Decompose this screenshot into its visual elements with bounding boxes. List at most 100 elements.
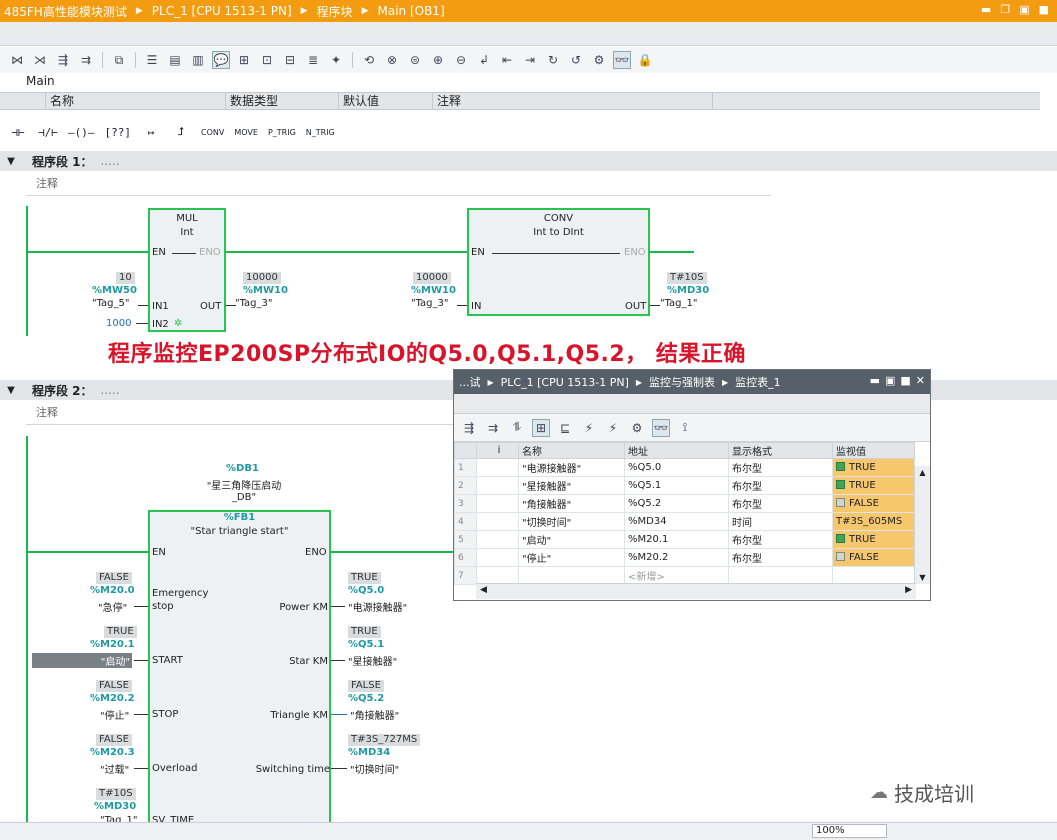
watch-title-bar[interactable]: ...试 ▶ PLC_1 [CPU 1513-1 PN] ▶ 监控与强制表 ▶ … <box>454 370 930 394</box>
input-address[interactable]: %M20.3 <box>90 747 135 758</box>
input-tag[interactable]: "急停" <box>98 599 127 614</box>
db-name[interactable]: "星三角降压启动_DB" <box>196 477 292 503</box>
row-name[interactable] <box>518 566 625 585</box>
breadcrumb-plc[interactable]: PLC_1 [CPU 1513-1 PN] <box>152 4 292 18</box>
n-trig-button[interactable]: N_TRIG <box>304 121 337 143</box>
col-address[interactable]: 地址 <box>624 442 729 459</box>
conv-out-tag[interactable]: "Tag_1" <box>660 298 698 309</box>
row-address[interactable]: %Q5.0 <box>624 458 729 477</box>
empty-box-icon[interactable]: [??] <box>103 121 134 143</box>
minimize-icon[interactable]: ▬ <box>870 374 880 387</box>
go-online-icon[interactable]: ⟲ <box>360 51 378 69</box>
network-2-title[interactable]: ..... <box>101 383 120 397</box>
display-format-icon[interactable]: ⊞ <box>532 418 550 437</box>
mul-in2-constant[interactable]: 1000 <box>106 318 131 329</box>
call-env-icon[interactable]: ↻ <box>544 51 562 69</box>
modify-now-icon[interactable]: ⚡ <box>580 419 598 437</box>
refresh-icon[interactable]: ↺ <box>567 51 585 69</box>
conv-in-address[interactable]: %MW10 <box>411 285 456 296</box>
restore-icon[interactable]: ❐ <box>1000 3 1010 16</box>
conv-button[interactable]: CONV <box>199 121 226 143</box>
mul-out-address[interactable]: %MW10 <box>243 285 288 296</box>
output-tag[interactable]: "星接触器" <box>348 653 397 668</box>
tag-info-icon[interactable]: ⊟ <box>281 51 299 69</box>
add-input-icon[interactable]: ✲ <box>174 318 182 329</box>
col-default[interactable]: 默认值 <box>339 93 433 109</box>
network-1-title[interactable]: ..... <box>101 154 120 168</box>
output-tag[interactable]: "电源接触器" <box>348 599 407 614</box>
properties-icon[interactable]: ⚙ <box>590 51 608 69</box>
output-tag[interactable]: "角接触器" <box>350 707 399 722</box>
list-icon[interactable]: ≣ <box>304 51 322 69</box>
conv-block[interactable]: CONV Int to DInt <box>467 208 650 316</box>
row-address[interactable]: %MD34 <box>624 512 729 531</box>
output-tag[interactable]: "切换时间" <box>350 761 399 776</box>
breadcrumb-program-blocks[interactable]: 程序块 <box>317 3 353 20</box>
breadcrumb-project[interactable]: 485FH高性能模块测试 <box>4 3 127 20</box>
upload-icon[interactable]: ⊖ <box>452 51 470 69</box>
add-row-icon[interactable]: ⇉ <box>484 419 502 437</box>
row-address[interactable]: %M20.1 <box>624 530 729 549</box>
col-monitor-value[interactable]: 监视值 <box>832 442 915 459</box>
row-name[interactable]: "停止" <box>518 548 625 567</box>
input-tag[interactable]: "停止" <box>100 707 129 722</box>
nc-contact-icon[interactable]: ⊣/⊢ <box>36 121 60 143</box>
show-all-icon[interactable]: ⥮ <box>508 419 526 437</box>
col-name[interactable]: 名称 <box>46 93 226 109</box>
comments-toggle-icon[interactable]: 💬 <box>212 51 230 69</box>
col-display-format[interactable]: 显示格式 <box>728 442 833 459</box>
watch-breadcrumb-plc[interactable]: PLC_1 [CPU 1513-1 PN] <box>501 376 629 389</box>
absolute-address-icon[interactable]: ⊞ <box>235 51 253 69</box>
row-display-format[interactable]: 布尔型 <box>728 458 833 477</box>
row-name[interactable]: "角接触器" <box>518 494 625 513</box>
step-into-icon[interactable]: ⇤ <box>498 51 516 69</box>
row-address[interactable]: <新增> <box>624 566 729 585</box>
output-address[interactable]: %Q5.1 <box>348 639 384 650</box>
row-address[interactable]: %M20.2 <box>624 548 729 567</box>
scroll-right-icon[interactable]: ▶ <box>905 585 912 595</box>
network-1-header[interactable]: ▼ 程序段 1： ..... <box>0 151 1057 171</box>
monitor-all-icon[interactable]: 👓 <box>652 418 670 437</box>
scroll-down-icon[interactable]: ▼ <box>915 573 930 582</box>
input-address[interactable]: %M20.1 <box>90 639 135 650</box>
network-1-comment[interactable]: 注释 <box>26 174 771 196</box>
network-view-icon[interactable]: ▤ <box>166 51 184 69</box>
watch-row[interactable]: 1 "电源接触器" %Q5.0 布尔型 TRUE <box>454 458 915 477</box>
mul-in1-address[interactable]: %MW50 <box>92 285 137 296</box>
maximize-icon[interactable]: ■ <box>900 374 910 387</box>
output-address[interactable]: %Q5.2 <box>348 693 384 704</box>
input-address[interactable]: %M20.0 <box>90 585 135 596</box>
go-offline-icon[interactable]: ⊗ <box>383 51 401 69</box>
row-address[interactable]: %Q5.2 <box>624 494 729 513</box>
float-icon[interactable]: ▣ <box>1019 3 1029 16</box>
mul-in1-tag[interactable]: "Tag_5" <box>92 298 130 309</box>
output-address[interactable]: %Q5.0 <box>348 585 384 596</box>
symbol-info-icon[interactable]: ⊡ <box>258 51 276 69</box>
breadcrumb-main-ob1[interactable]: Main [OB1] <box>377 4 444 18</box>
input-tag[interactable]: "过载" <box>100 761 129 776</box>
list-view-icon[interactable]: ☰ <box>143 51 161 69</box>
row-name[interactable]: "电源接触器" <box>518 458 625 477</box>
move-button[interactable]: MOVE <box>232 121 260 143</box>
zoom-field[interactable]: 100% <box>812 824 887 838</box>
col-datatype[interactable]: 数据类型 <box>226 93 339 109</box>
watch-row[interactable]: 2 "星接触器" %Q5.1 布尔型 TRUE <box>454 476 915 495</box>
insert-row-icon[interactable]: ⇶ <box>460 419 478 437</box>
watch-row[interactable]: 3 "角接触器" %Q5.2 布尔型 FALSE <box>454 494 915 513</box>
coil-icon[interactable]: –()– <box>66 121 97 143</box>
col-info[interactable]: i <box>476 442 519 459</box>
watch-row[interactable]: 6 "停止" %M20.2 布尔型 FALSE <box>454 548 915 567</box>
step-icon[interactable]: ↲ <box>475 51 493 69</box>
close-networks-icon[interactable]: ▥ <box>189 51 207 69</box>
watch-breadcrumb-tables[interactable]: 监控与强制表 <box>649 374 715 390</box>
p-trig-button[interactable]: P_TRIG <box>266 121 298 143</box>
watch-row[interactable]: 5 "启动" %M20.1 布尔型 TRUE <box>454 530 915 549</box>
scroll-up-icon[interactable]: ▲ <box>915 468 930 477</box>
conv-out-address[interactable]: %MD30 <box>667 285 709 296</box>
close-branch-icon[interactable]: ⮥ <box>169 121 193 143</box>
close-icon[interactable]: ■ <box>1039 3 1049 16</box>
collapse-icon[interactable]: ▼ <box>0 156 22 167</box>
col-name[interactable]: 名称 <box>518 442 625 459</box>
row-display-format[interactable]: 布尔型 <box>728 476 833 495</box>
highlight-icon[interactable]: ✦ <box>327 51 345 69</box>
